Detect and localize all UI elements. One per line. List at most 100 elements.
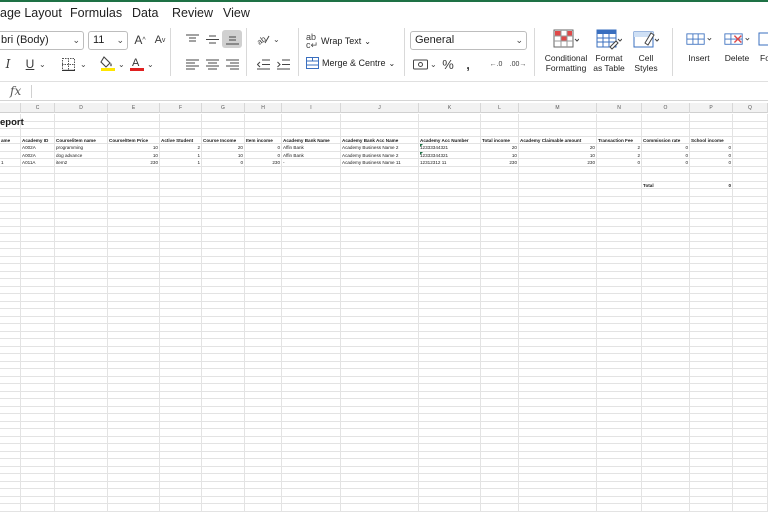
grid-cell[interactable] [341,264,419,272]
grid-cell[interactable] [733,429,768,437]
table-row[interactable] [0,436,768,444]
grid-cell[interactable] [160,294,202,302]
grid-cell[interactable] [55,414,108,422]
grid-cell[interactable] [690,226,733,234]
grid-cell[interactable] [690,301,733,309]
grid-cell[interactable] [160,369,202,377]
grid-cell[interactable] [160,429,202,437]
grid-cell[interactable] [519,234,597,242]
grid-cell[interactable] [282,481,341,489]
grid-cell[interactable] [108,256,160,264]
grid-cell[interactable] [160,219,202,227]
grid-cell[interactable] [108,496,160,504]
grid-cell[interactable] [245,474,282,482]
grid-cell[interactable] [733,286,768,294]
data-cell[interactable]: Affin Bank [282,151,341,159]
grid-cell[interactable] [519,211,597,219]
table-row[interactable] [0,346,768,354]
grid-cell[interactable] [597,376,642,384]
grid-cell[interactable] [108,309,160,317]
grid-cell[interactable] [733,174,768,182]
grid-cell[interactable] [0,234,21,242]
grid-cell[interactable] [481,361,519,369]
table-header-cell[interactable]: ame [0,136,21,144]
data-cell[interactable]: dog advance [55,151,108,159]
grid-cell[interactable] [733,451,768,459]
table-header-cell[interactable]: Course Income [202,136,245,144]
grid-cell[interactable] [481,436,519,444]
grid-cell[interactable] [55,256,108,264]
data-cell[interactable]: 230 [108,159,160,167]
grid-cell[interactable] [0,466,21,474]
grid-cell[interactable] [341,361,419,369]
grid-cell[interactable] [481,414,519,422]
data-cell[interactable]: 0 [690,151,733,159]
grid-cell[interactable] [0,219,21,227]
grid-cell[interactable] [282,204,341,212]
grid-cell[interactable] [282,309,341,317]
grid-cell[interactable] [519,436,597,444]
grid-cell[interactable] [597,241,642,249]
grid-cell[interactable] [690,286,733,294]
grid-cell[interactable] [733,399,768,407]
grid-cell[interactable] [519,189,597,197]
grid-cell[interactable] [519,354,597,362]
grid-cell[interactable] [341,309,419,317]
grid-cell[interactable] [519,504,597,512]
table-row[interactable] [0,466,768,474]
grid-cell[interactable] [733,159,768,167]
grid-cell[interactable] [419,451,481,459]
grid-cell[interactable] [282,474,341,482]
grid-cell[interactable] [341,166,419,174]
grid-cell[interactable] [245,204,282,212]
grid-cell[interactable] [690,466,733,474]
column-header[interactable]: E [108,103,160,113]
grid-cell[interactable] [0,196,21,204]
grid-cell[interactable] [481,279,519,287]
grid-cell[interactable] [597,489,642,497]
data-cell[interactable] [0,144,21,152]
grid-cell[interactable] [202,181,245,189]
grid-cell[interactable] [733,136,768,144]
grid-cell[interactable] [419,481,481,489]
data-cell[interactable]: 230 [245,159,282,167]
grid-cell[interactable] [245,219,282,227]
table-row[interactable] [0,129,768,137]
grid-cell[interactable] [160,271,202,279]
grid-cell[interactable] [642,241,690,249]
grid-cell[interactable] [202,504,245,512]
table-row[interactable] [0,166,768,174]
table-header-cell[interactable]: Total income [481,136,519,144]
grid-cell[interactable] [202,114,245,122]
grid-cell[interactable] [55,324,108,332]
grid-cell[interactable] [21,189,55,197]
grid-cell[interactable] [733,421,768,429]
grid-cell[interactable] [202,121,245,129]
grid-cell[interactable] [282,399,341,407]
data-cell[interactable]: 10 [108,144,160,152]
column-header[interactable]: N [597,103,642,113]
grid-cell[interactable] [481,204,519,212]
grid-cell[interactable] [21,174,55,182]
grid-cell[interactable] [733,181,768,189]
grid-cell[interactable] [160,474,202,482]
grid-cell[interactable] [21,211,55,219]
grid-cell[interactable] [341,451,419,459]
grid-cell[interactable] [341,181,419,189]
number-format-select[interactable]: General ⌄ [410,31,527,50]
grid-cell[interactable] [202,339,245,347]
grid-cell[interactable] [21,219,55,227]
column-header[interactable]: M [519,103,597,113]
grid-cell[interactable] [108,406,160,414]
grid-cell[interactable] [690,369,733,377]
grid-cell[interactable] [21,451,55,459]
grid-cell[interactable] [108,444,160,452]
grid-cell[interactable] [245,376,282,384]
grid-cell[interactable] [642,219,690,227]
column-header[interactable]: G [202,103,245,113]
grid-cell[interactable] [202,286,245,294]
grid-cell[interactable] [341,189,419,197]
grid-cell[interactable] [690,294,733,302]
grid-cell[interactable] [108,166,160,174]
grid-cell[interactable] [282,376,341,384]
